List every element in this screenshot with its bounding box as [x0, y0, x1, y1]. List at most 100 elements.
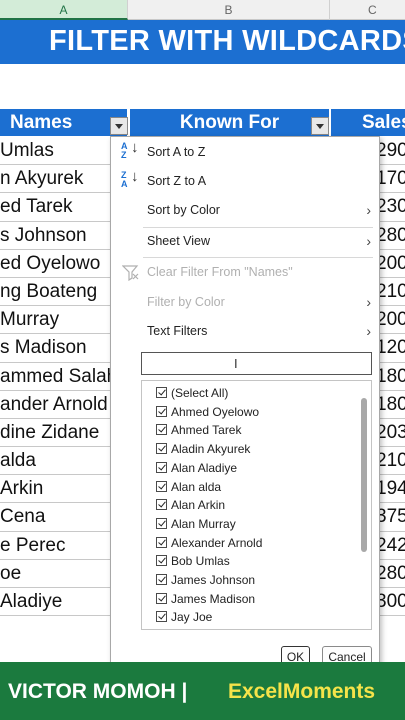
filter-checkbox-item[interactable]: Bob Umlas: [156, 552, 230, 570]
names-cell[interactable]: ng Boateng: [0, 278, 97, 306]
filter-checkbox-item[interactable]: Alexander Arnold: [156, 534, 262, 552]
filter-dropdown-menu: A Z ↓ Sort A to Z Z A ↓ Sort Z to A Sort by …: [110, 136, 380, 676]
list-scrollbar-thumb[interactable]: [361, 398, 367, 552]
checkbox-checked-icon[interactable]: [156, 592, 167, 604]
footer-brand: ExcelMoments: [228, 680, 376, 703]
filter-checkbox-item[interactable]: Alan alda: [156, 478, 221, 496]
column-a-header[interactable]: A: [0, 0, 128, 20]
filter-item-label: Alan Arkin: [171, 498, 226, 513]
checkbox-checked-icon[interactable]: [156, 424, 167, 436]
sales-cell[interactable]: 203: [376, 419, 405, 447]
sales-cell[interactable]: 194: [376, 475, 405, 503]
names-cell[interactable]: s Madison: [0, 334, 87, 362]
footer-author: VICTOR MOMOH |: [8, 680, 188, 703]
names-cell[interactable]: alda: [0, 447, 36, 475]
column-b-header[interactable]: B: [128, 0, 330, 20]
filter-checkbox-item[interactable]: Aladin Akyurek: [156, 440, 250, 458]
sales-cell[interactable]: 300: [376, 588, 405, 616]
checkbox-checked-icon[interactable]: [156, 555, 167, 567]
filter-checkbox-item[interactable]: Alan Arkin: [156, 496, 225, 514]
chevron-right-icon: ›: [366, 323, 371, 339]
checkbox-checked-icon[interactable]: [156, 387, 167, 398]
names-cell[interactable]: ed Oyelowo: [0, 250, 100, 278]
filter-search-input[interactable]: I: [141, 352, 372, 375]
sales-cell[interactable]: 210: [376, 278, 405, 306]
sales-cell[interactable]: 180: [376, 363, 405, 391]
text-filters-item[interactable]: Text Filters ›: [111, 318, 379, 344]
filter-item-label: Alan Aladiye: [171, 460, 238, 475]
clear-filter-item[interactable]: Clear Filter From "Names": [111, 259, 379, 285]
sort-by-color-label: Sort by Color: [147, 203, 220, 217]
sales-cell[interactable]: 210: [376, 447, 405, 475]
title-banner: FILTER WITH WILDCARDS: [0, 20, 405, 64]
sort-a-to-z-label: Sort A to Z: [147, 145, 206, 159]
names-cell[interactable]: e Perec: [0, 532, 65, 560]
names-cell[interactable]: ander Arnold: [0, 391, 108, 419]
sales-cell[interactable]: 200: [376, 250, 405, 278]
header-sales[interactable]: Sales: [331, 109, 405, 136]
checkbox-checked-icon[interactable]: [156, 517, 167, 529]
sales-cell[interactable]: 280: [376, 222, 405, 250]
filter-checkbox-item[interactable]: James Madison: [156, 590, 255, 608]
checkbox-checked-icon[interactable]: [156, 574, 167, 585]
chevron-right-icon: ›: [366, 294, 371, 310]
checkbox-checked-icon[interactable]: [156, 405, 167, 417]
names-cell[interactable]: ammed Salah: [0, 363, 117, 391]
filter-item-label: Ahmed Oyelowo: [171, 404, 260, 419]
checkbox-checked-icon[interactable]: [156, 611, 167, 623]
names-filter-dropdown-button[interactable]: [110, 117, 128, 135]
names-cell[interactable]: ed Tarek: [0, 193, 73, 221]
sheet-view-item[interactable]: Sheet View ›: [111, 228, 379, 254]
filter-checkbox-item[interactable]: James Johnson: [156, 571, 255, 589]
header-known-for[interactable]: Known For: [130, 109, 329, 136]
names-cell[interactable]: dine Zidane: [0, 419, 99, 447]
column-c-header[interactable]: C: [330, 0, 405, 20]
checkbox-checked-icon[interactable]: [156, 443, 167, 455]
sales-cell[interactable]: 180: [376, 391, 405, 419]
filter-item-label: James Johnson: [171, 573, 256, 587]
filter-checkbox-item[interactable]: Alan Murray: [156, 515, 236, 533]
sales-cell[interactable]: 200: [376, 306, 405, 334]
filter-item-label: Jay Joe: [171, 610, 213, 625]
names-cell[interactable]: Arkin: [0, 475, 43, 503]
names-cell[interactable]: s Johnson: [0, 222, 87, 250]
text-filters-label: Text Filters: [147, 324, 208, 338]
header-names[interactable]: Names: [0, 109, 127, 136]
filter-item-label: Aladin Akyurek: [171, 442, 251, 457]
known-for-filter-dropdown-button[interactable]: [311, 117, 329, 135]
select-all-checkbox-item[interactable]: (Select All): [156, 384, 228, 402]
filter-checkbox-item[interactable]: Alan Aladiye: [156, 459, 237, 477]
names-cell[interactable]: oe: [0, 560, 21, 588]
names-cell[interactable]: n Akyurek: [0, 165, 83, 193]
filter-value-list[interactable]: (Select All) Ahmed Oyelowo Ahmed Tarek Alad…: [141, 380, 372, 630]
sales-cell[interactable]: 280: [376, 560, 405, 588]
filter-item-label: Alan alda: [171, 479, 222, 494]
checkbox-checked-icon[interactable]: [156, 499, 167, 511]
filter-by-color-item[interactable]: Filter by Color ›: [111, 289, 379, 315]
sales-cell[interactable]: 170: [376, 165, 405, 193]
sales-cell[interactable]: 230: [376, 193, 405, 221]
sales-cell[interactable]: 290: [376, 137, 405, 165]
sort-a-to-z-item[interactable]: A Z ↓ Sort A to Z: [111, 139, 379, 165]
filter-checkbox-item[interactable]: Jay Joe: [156, 608, 212, 626]
filter-checkbox-item[interactable]: Ahmed Tarek: [156, 421, 241, 439]
sales-cell[interactable]: 242: [376, 532, 405, 560]
sort-z-to-a-label: Sort Z to A: [147, 174, 207, 188]
sales-cell[interactable]: 120: [376, 334, 405, 362]
names-cell[interactable]: Aladiye: [0, 588, 62, 616]
sales-cell[interactable]: 375: [376, 503, 405, 531]
chevron-right-icon: ›: [366, 202, 371, 218]
names-cell[interactable]: Umlas: [0, 137, 54, 165]
text-cursor-icon: I: [234, 356, 238, 371]
sort-z-to-a-item[interactable]: Z A ↓ Sort Z to A: [111, 168, 379, 194]
clear-filter-label: Clear Filter From "Names": [147, 265, 293, 279]
filter-checkbox-item[interactable]: Ahmed Oyelowo: [156, 403, 259, 421]
checkbox-checked-icon[interactable]: [156, 461, 167, 473]
sort-ascending-icon: A Z ↓: [121, 139, 139, 160]
checkbox-checked-icon[interactable]: [156, 536, 167, 548]
checkbox-checked-icon[interactable]: [156, 480, 167, 492]
names-cell[interactable]: Cena: [0, 503, 45, 531]
sort-by-color-item[interactable]: Sort by Color ›: [111, 197, 379, 223]
names-cell[interactable]: Murray: [0, 306, 59, 334]
filter-item-label: James Madison: [171, 591, 256, 606]
